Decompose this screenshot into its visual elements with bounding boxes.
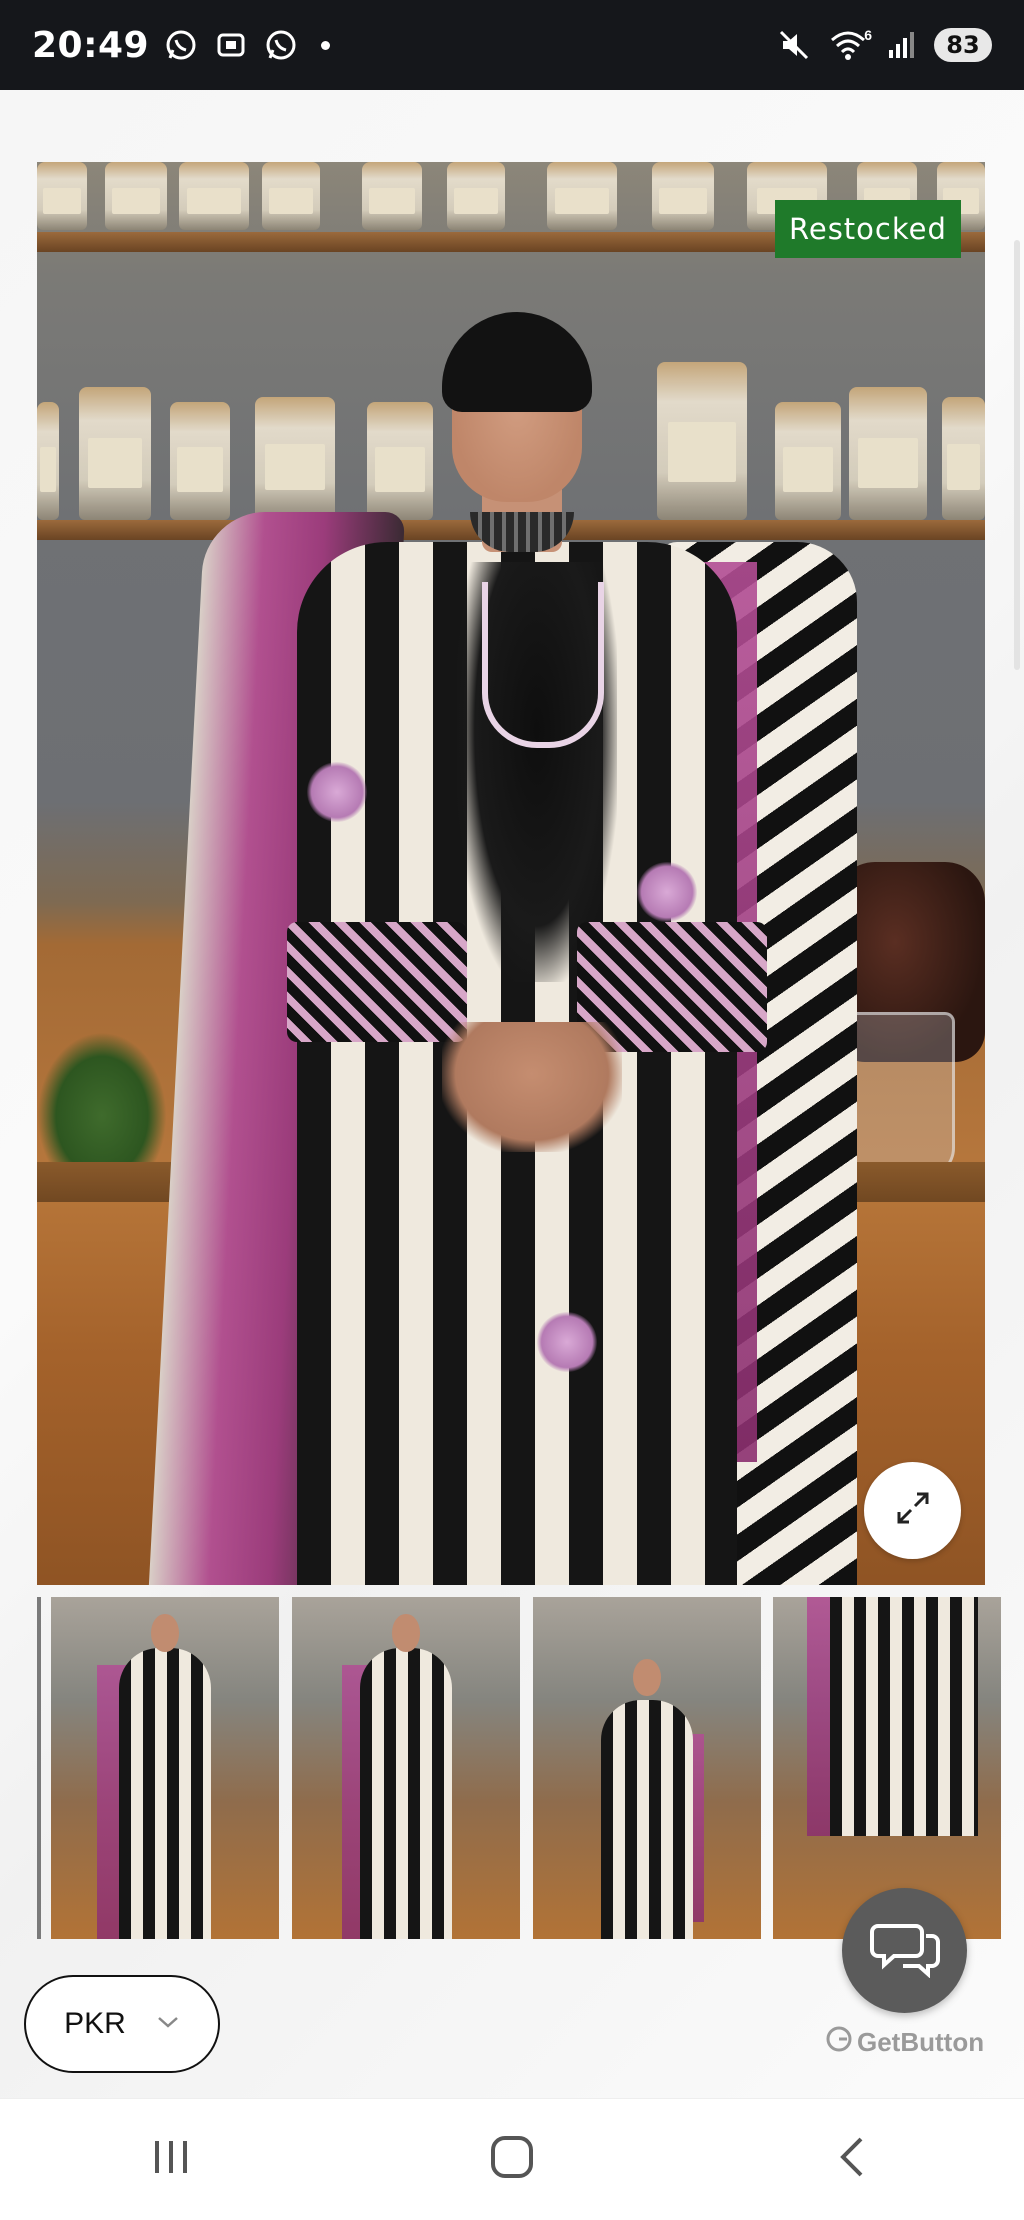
- jar: [367, 402, 433, 520]
- jar: [105, 162, 167, 230]
- jar: [849, 387, 927, 520]
- yoke-outline: [482, 582, 604, 748]
- screen-record-icon: [213, 27, 249, 63]
- home-icon: [488, 2133, 536, 2186]
- thumbnail-4[interactable]: [773, 1597, 1001, 1939]
- battery-indicator: 83: [934, 28, 992, 62]
- getbutton-brand[interactable]: GetButton: [825, 2025, 984, 2060]
- restocked-badge: Restocked: [775, 200, 961, 258]
- jar: [170, 402, 230, 520]
- back-icon: [833, 2133, 873, 2186]
- flower-print: [637, 862, 697, 922]
- status-left: 20:49: [32, 24, 331, 66]
- thumbnail-edge: [37, 1597, 41, 1939]
- chevron-down-icon: [156, 2014, 180, 2035]
- jar: [37, 162, 87, 230]
- getbutton-logo-icon: [825, 2025, 853, 2060]
- jar: [262, 162, 320, 230]
- getbutton-label: GetButton: [857, 2027, 985, 2057]
- back-button[interactable]: [793, 2120, 913, 2200]
- jar: [79, 387, 151, 520]
- wifi-icon: 6: [826, 27, 872, 63]
- whatsapp-business-icon: [263, 27, 299, 63]
- plant: [37, 1032, 167, 1172]
- signal-icon: [884, 27, 920, 63]
- notification-dot: [321, 40, 331, 50]
- flower-print: [537, 1312, 597, 1372]
- hands: [442, 1022, 622, 1152]
- product-main-image[interactable]: [37, 162, 985, 1585]
- expand-icon: [893, 1488, 933, 1533]
- jar: [37, 402, 59, 520]
- expand-button[interactable]: [864, 1462, 961, 1559]
- thumbnail-3[interactable]: [533, 1597, 761, 1939]
- wifi-label: 6: [864, 27, 872, 43]
- status-right: 6 83: [776, 27, 992, 63]
- system-nav-bar: [0, 2098, 1024, 2220]
- jar: [652, 162, 714, 230]
- currency-selector[interactable]: PKR: [24, 1975, 220, 2073]
- thumbnail-1[interactable]: [51, 1597, 279, 1939]
- status-bar: 20:49 6 83: [0, 0, 1024, 90]
- currency-label: PKR: [64, 2007, 126, 2040]
- whatsapp-icon: [163, 27, 199, 63]
- clock: 20:49: [32, 24, 150, 66]
- jar: [942, 397, 985, 520]
- jar: [179, 162, 249, 230]
- thumbnail-2[interactable]: [292, 1597, 520, 1939]
- thumbnail-strip[interactable]: [37, 1597, 1001, 1939]
- jar: [362, 162, 422, 230]
- home-button[interactable]: [452, 2120, 572, 2200]
- mute-icon: [776, 27, 812, 63]
- jar: [255, 397, 335, 520]
- sleeve-left: [287, 922, 467, 1042]
- recents-icon: [149, 2137, 193, 2182]
- scrollbar[interactable]: [1014, 240, 1020, 670]
- jar: [547, 162, 617, 230]
- hair: [442, 312, 592, 412]
- flower-print: [307, 762, 367, 822]
- recents-button[interactable]: [111, 2120, 231, 2200]
- jar: [775, 402, 841, 520]
- jar: [657, 362, 747, 520]
- chat-bubbles-icon: [869, 1918, 940, 1983]
- jar: [447, 162, 505, 230]
- chat-button[interactable]: [842, 1888, 967, 2013]
